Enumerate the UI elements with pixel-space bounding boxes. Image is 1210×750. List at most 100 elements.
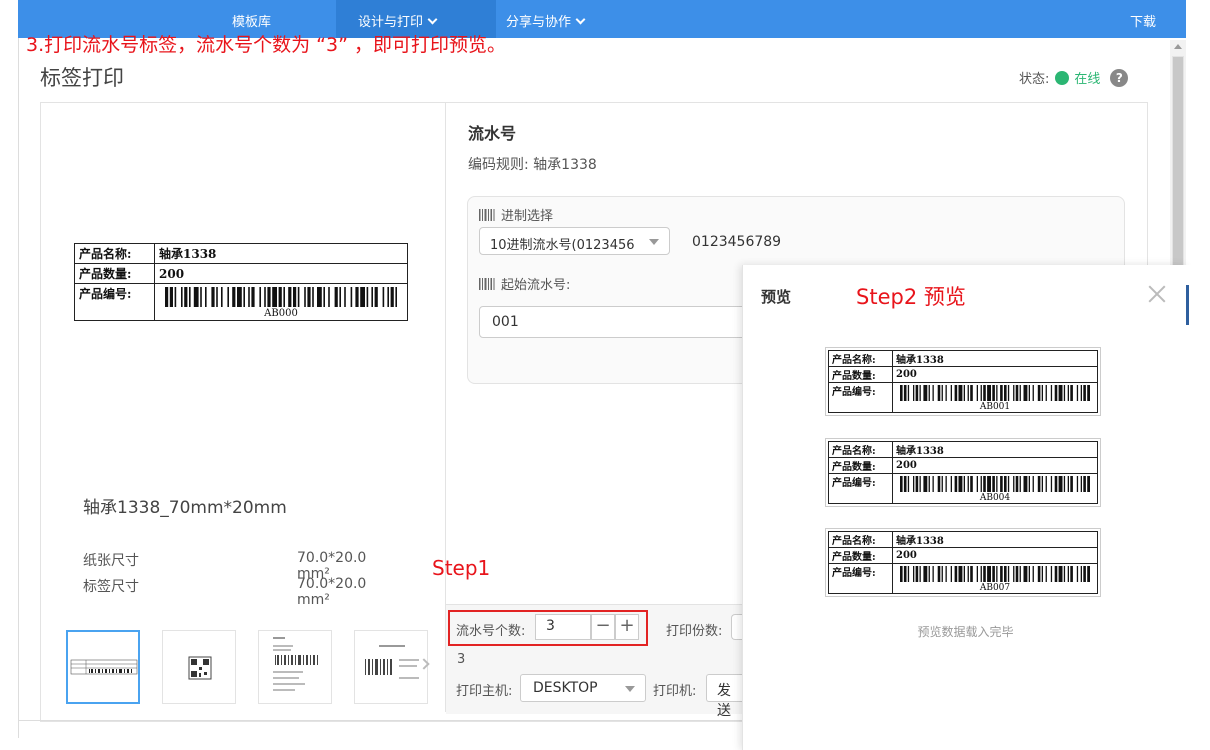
- right-strip: [1186, 265, 1210, 750]
- send-button[interactable]: 发送: [706, 674, 746, 719]
- annotation-step2: Step2 预览: [856, 285, 966, 309]
- chevron-down-icon: [427, 14, 438, 25]
- barcode-text: AB000: [264, 308, 298, 319]
- thumbnail-qrcode[interactable]: [162, 630, 236, 704]
- qr-code-icon: [188, 656, 212, 680]
- thumbnail-image: [273, 637, 318, 691]
- barcode-icon: [479, 277, 495, 290]
- label-value: 200: [892, 547, 1098, 564]
- label-value: 200: [892, 457, 1098, 474]
- decrement-button[interactable]: −: [591, 614, 615, 640]
- print-host-label: 打印主机:: [456, 684, 513, 699]
- barcode-graphic: [900, 385, 1090, 401]
- barcode-icon: [479, 208, 495, 221]
- barcode-graphic: [900, 476, 1090, 492]
- nav-design-print-label: 设计与打印: [358, 15, 424, 30]
- label-table: 产品名称: 轴承1338 产品数量: 200 产品编号: AB001: [828, 350, 1098, 413]
- thumbnail-barcode-label[interactable]: [66, 630, 140, 704]
- status-value: 在线: [1074, 72, 1101, 87]
- barcode-cell: AB004: [892, 473, 1098, 504]
- nav-share[interactable]: 分享与协作: [506, 11, 586, 30]
- barcode-cell: AB007: [892, 563, 1098, 594]
- printer-label: 打印机:: [653, 684, 697, 699]
- thumbnail-image: [365, 645, 419, 679]
- label-key: 产品数量:: [828, 547, 893, 564]
- annotation-step1: Step1: [432, 556, 491, 580]
- barcode-text: AB001: [979, 402, 1011, 412]
- label-key: 产品编号:: [828, 473, 893, 504]
- label-key: 产品名称:: [74, 243, 155, 264]
- thumbnail-product-tag[interactable]: [258, 630, 332, 704]
- barcode-cell: AB000: [154, 283, 408, 321]
- radix-label: 进制选择: [479, 205, 553, 224]
- label-row: 产品名称: 轴承1338: [74, 243, 408, 264]
- nav-share-label: 分享与协作: [506, 15, 572, 30]
- close-icon[interactable]: [1146, 283, 1168, 305]
- label-row: 产品编号: AB000: [74, 283, 408, 321]
- radix-label-text: 进制选择: [501, 209, 554, 224]
- barcode-cell: AB001: [892, 382, 1098, 413]
- preview-status: 预览数据载入完毕: [917, 625, 1014, 639]
- label-size-row: 标签尺寸 70.0*20.0 mm²: [83, 576, 403, 608]
- online-dot-icon: [1055, 70, 1070, 85]
- label-key: 产品数量:: [828, 457, 893, 474]
- preview-title: 预览: [761, 288, 792, 306]
- radix-digits: 0123456789: [692, 234, 782, 250]
- label-value: 轴承1338: [892, 441, 1098, 458]
- label-value: 200: [892, 366, 1098, 383]
- label-value: 轴承1338: [154, 243, 408, 264]
- label-table: 产品名称: 轴承1338 产品数量: 200 产品编号: AB000: [74, 243, 408, 321]
- label-key: 产品数量:: [74, 263, 155, 284]
- barcode-text: AB004: [979, 493, 1011, 503]
- label-size-label: 标签尺寸: [83, 579, 139, 595]
- label-size-value: 70.0*20.0 mm²: [297, 576, 367, 608]
- radix-select[interactable]: 10进制流水号(0123456: [479, 227, 670, 255]
- radix-select-value: 10进制流水号(0123456: [490, 238, 635, 253]
- preview-label: 产品名称: 轴承1338 产品数量: 200 产品编号: AB004: [825, 438, 1101, 507]
- label-value: 200: [154, 263, 408, 284]
- thumbnail-image: [70, 659, 138, 675]
- help-icon[interactable]: ?: [1110, 68, 1129, 87]
- label-key: 产品名称:: [828, 531, 893, 548]
- label-value: 轴承1338: [892, 350, 1098, 367]
- section-title: 流水号: [468, 124, 517, 143]
- scroll-thumb[interactable]: [1172, 56, 1184, 296]
- increment-button[interactable]: +: [615, 614, 639, 640]
- chevron-down-icon: [575, 14, 586, 25]
- barcode-graphic: [165, 287, 397, 307]
- barcode-text: AB007: [979, 583, 1011, 593]
- frame-edge: [18, 38, 19, 738]
- copies-label: 打印份数:: [666, 624, 723, 639]
- label-key: 产品名称:: [828, 350, 893, 367]
- nav-design-print[interactable]: 设计与打印: [358, 11, 438, 30]
- caret-down-icon: [625, 686, 635, 692]
- label-preview: 产品名称: 轴承1338 产品数量: 200 产品编号: AB000: [74, 243, 410, 321]
- label-table: 产品名称: 轴承1338 产品数量: 200 产品编号: AB007: [828, 531, 1098, 594]
- label-value: 轴承1338: [892, 531, 1098, 548]
- label-row: 产品数量: 200: [74, 263, 408, 284]
- status-label: 状态:: [1019, 72, 1050, 87]
- start-serial-label-text: 起始流水号:: [501, 278, 571, 293]
- serial-count-label: 流水号个数:: [456, 624, 526, 639]
- nav-template-library[interactable]: 模板库: [232, 11, 271, 30]
- preview-label: 产品名称: 轴承1338 产品数量: 200 产品编号: AB001: [825, 347, 1101, 416]
- print-host-value: DESKTOP: [533, 680, 598, 696]
- label-key: 产品编号:: [828, 563, 893, 594]
- barcode-graphic: [900, 566, 1090, 582]
- status-indicator: 状态: 在线 ?: [1019, 68, 1129, 87]
- preview-label: 产品名称: 轴承1338 产品数量: 200 产品编号: AB007: [825, 528, 1101, 597]
- serial-count-echo: 3: [457, 652, 466, 667]
- scroll-up-icon[interactable]: [1174, 44, 1182, 49]
- start-serial-label: 起始流水号:: [479, 274, 570, 293]
- page-title: 标签打印: [40, 66, 124, 90]
- start-serial-input[interactable]: 001: [479, 306, 749, 338]
- edge-accent: [1186, 285, 1189, 325]
- paper-size-label: 纸张尺寸: [83, 553, 139, 569]
- label-key: 产品编号:: [74, 283, 155, 321]
- preview-panel: 预览 Step2 预览 产品名称: 轴承1338 产品数量: 200 产品编号: A…: [742, 265, 1187, 750]
- label-key: 产品编号:: [828, 382, 893, 413]
- serial-count-input[interactable]: 3: [535, 614, 591, 640]
- print-host-select[interactable]: DESKTOP: [520, 674, 646, 702]
- nav-download[interactable]: 下载: [1130, 11, 1156, 30]
- thumbnail-supermarket-tag[interactable]: [354, 630, 428, 704]
